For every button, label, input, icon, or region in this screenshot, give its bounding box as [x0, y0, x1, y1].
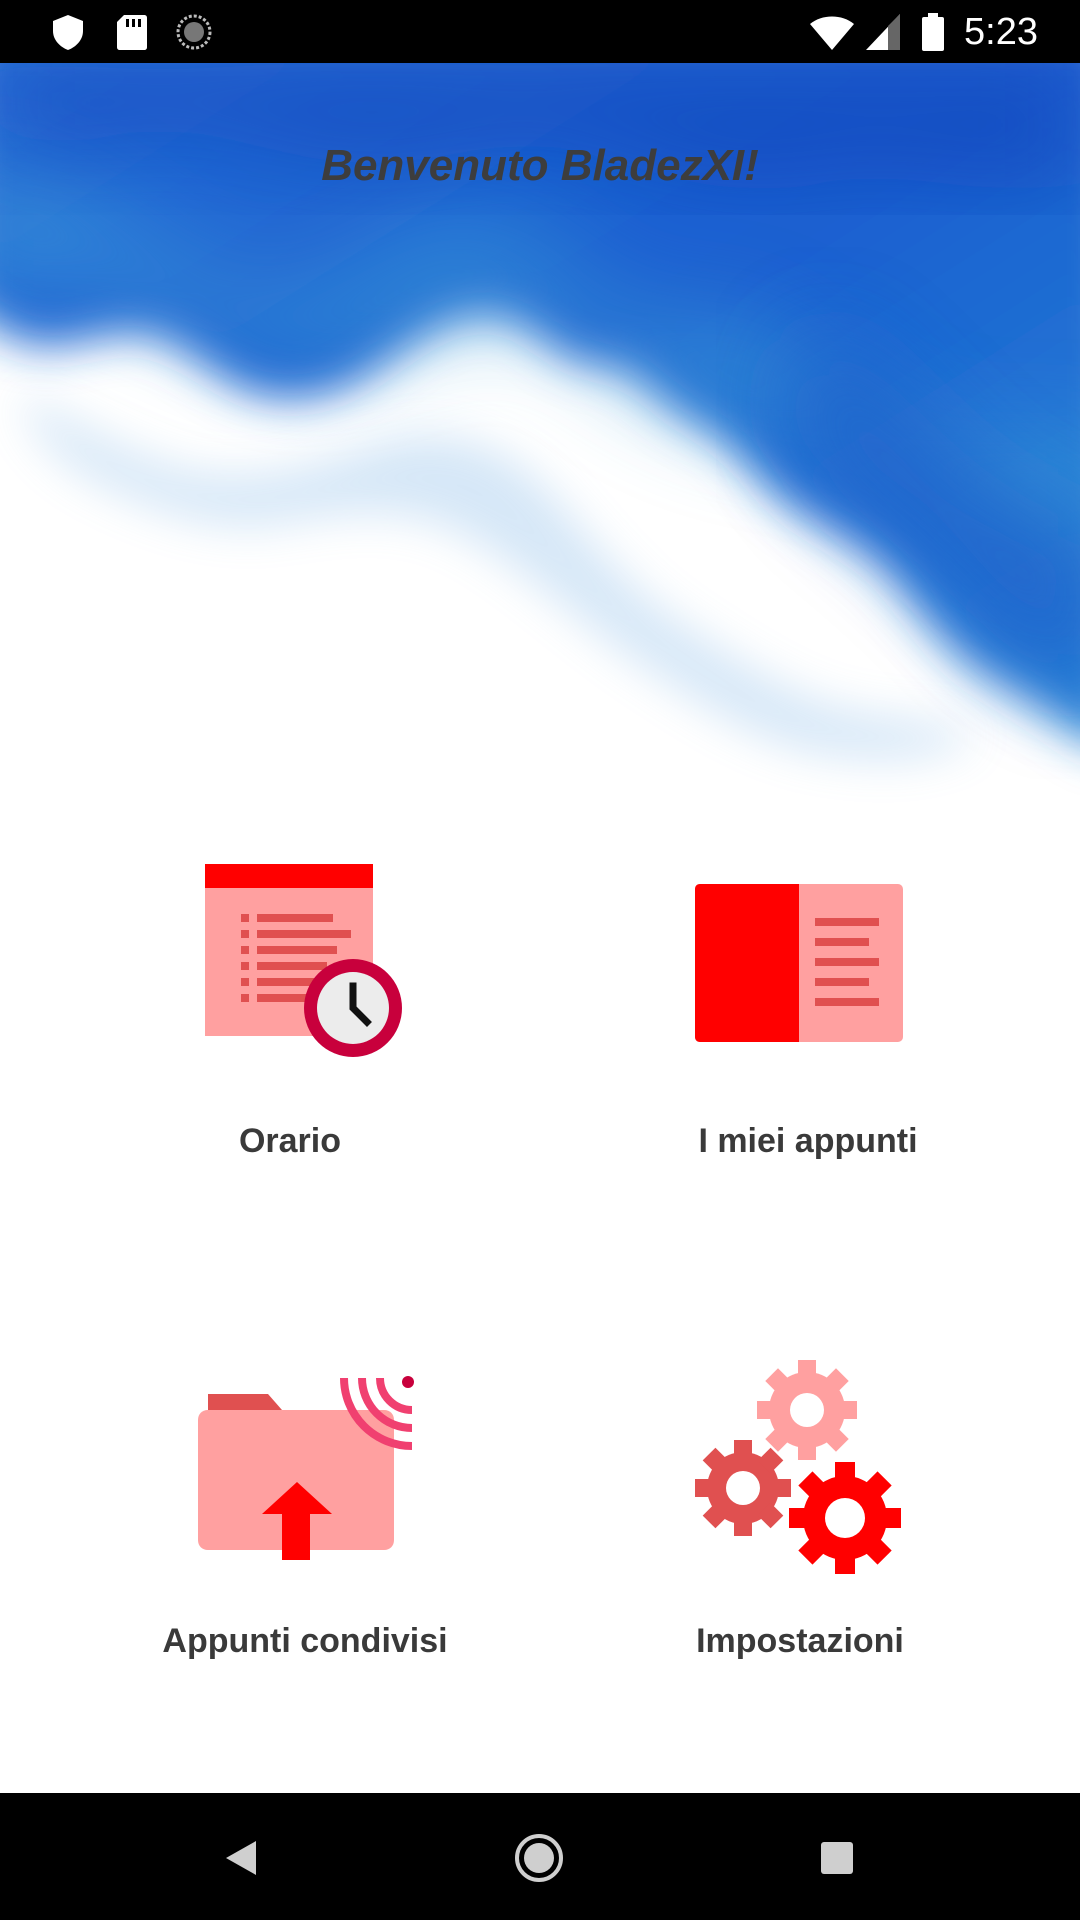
menu-label-impostazioni: Impostazioni: [696, 1622, 904, 1660]
battery-icon: [922, 13, 944, 51]
shield-icon: [53, 15, 83, 50]
navigation-bar: [0, 1793, 1080, 1920]
app-screen: 5:23 Benvenuto BladezXI! Orario I miei a…: [0, 0, 1080, 1920]
status-time: 5:23: [964, 11, 1038, 53]
welcome-title: Benvenuto BladezXI!: [321, 141, 759, 190]
menu-label-orario: Orario: [238, 1122, 342, 1160]
sd-card-icon: [117, 15, 147, 50]
menu-item-appunti-condivisi[interactable]: Appunti condivisi: [105, 1350, 505, 1680]
notebook-icon: [695, 884, 903, 1042]
gears-icon: [695, 1360, 901, 1574]
schedule-icon: [205, 864, 402, 1057]
sync-icon: [176, 14, 212, 50]
signal-icon: [866, 14, 900, 50]
menu-item-impostazioni[interactable]: Impostazioni: [600, 1350, 1000, 1680]
shared-folder-icon: [198, 1376, 414, 1560]
back-icon[interactable]: [206, 1823, 276, 1893]
recents-icon[interactable]: [802, 1823, 872, 1893]
menu-item-orario[interactable]: Orario: [90, 850, 490, 1180]
menu-item-i-miei-appunti[interactable]: I miei appunti: [608, 850, 1008, 1180]
wifi-icon: [810, 16, 854, 50]
menu-label-i-miei-appunti: I miei appunti: [698, 1122, 918, 1160]
home-icon[interactable]: [504, 1823, 574, 1893]
menu-label-appunti-condivisi: Appunti condivisi: [162, 1622, 448, 1660]
status-bar: 5:23: [0, 0, 1080, 63]
